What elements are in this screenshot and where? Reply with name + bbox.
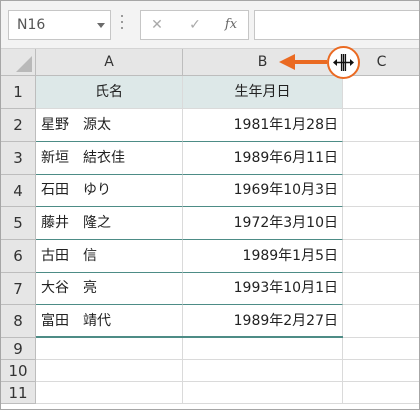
row-header-9[interactable]: 9 (1, 338, 36, 360)
column-header-a[interactable]: A (36, 49, 183, 76)
row-header-10[interactable]: 10 (1, 360, 36, 382)
row-header-1[interactable]: 1 (1, 76, 36, 109)
column-resize-handle[interactable] (327, 46, 360, 79)
close-icon[interactable]: ✕ (145, 15, 169, 35)
cell-a5[interactable]: 藤井 隆之 (36, 207, 183, 240)
formula-buttons: ✕ ✓ fx (140, 10, 249, 40)
cell-a2[interactable]: 星野 源太 (36, 109, 183, 142)
cell-a11[interactable] (36, 382, 183, 404)
cell-c5[interactable] (343, 207, 419, 240)
cell-c9[interactable] (343, 338, 419, 360)
chevron-down-icon[interactable] (97, 23, 105, 28)
cell-b3[interactable]: 1989年6月11日 (183, 142, 343, 175)
cell-b8[interactable]: 1989年2月27日 (183, 305, 343, 338)
row-header-3[interactable]: 3 (1, 142, 36, 175)
select-all-triangle-icon (16, 56, 32, 72)
cell-a10[interactable] (36, 360, 183, 382)
column-resize-cursor-icon (333, 54, 354, 71)
row-header-5[interactable]: 5 (1, 207, 36, 240)
row-header-11[interactable]: 11 (1, 382, 36, 404)
drag-handle-icon[interactable] (120, 15, 124, 35)
cell-c3[interactable] (343, 142, 419, 175)
cell-c10[interactable] (343, 360, 419, 382)
cell-a8[interactable]: 富田 靖代 (36, 305, 183, 338)
cell-a9[interactable] (36, 338, 183, 360)
cell-c6[interactable] (343, 240, 419, 273)
name-box[interactable]: N16 (8, 10, 111, 40)
cell-b2[interactable]: 1981年1月28日 (183, 109, 343, 142)
cell-a3[interactable]: 新垣 結衣佳 (36, 142, 183, 175)
row-header-8[interactable]: 8 (1, 305, 36, 338)
cell-a4[interactable]: 石田 ゆり (36, 175, 183, 207)
cell-c8[interactable] (343, 305, 419, 338)
name-box-value: N16 (17, 17, 46, 33)
cell-b7[interactable]: 1993年10月1日 (183, 273, 343, 305)
cell-b1[interactable]: 生年月日 (183, 76, 343, 109)
insert-function-button[interactable]: fx (219, 15, 243, 35)
cell-b9[interactable] (183, 338, 343, 360)
cell-c2[interactable] (343, 109, 419, 142)
cell-c1[interactable] (343, 76, 419, 109)
cell-b10[interactable] (183, 360, 343, 382)
spreadsheet-window: N16 ✕ ✓ fx A B C 1 2 3 4 5 6 7 8 9 10 11… (0, 0, 420, 410)
row-header-6[interactable]: 6 (1, 240, 36, 273)
formula-bar: N16 ✕ ✓ fx (1, 1, 419, 49)
check-icon[interactable]: ✓ (183, 15, 207, 35)
cell-a6[interactable]: 古田 信 (36, 240, 183, 273)
cell-b11[interactable] (183, 382, 343, 404)
select-all-button[interactable] (1, 49, 36, 76)
cell-b4[interactable]: 1969年10月3日 (183, 175, 343, 207)
row-header-7[interactable]: 7 (1, 273, 36, 305)
left-arrow-icon (279, 54, 327, 70)
formula-input[interactable] (254, 10, 419, 40)
cell-c11[interactable] (343, 382, 419, 404)
cell-a1[interactable]: 氏名 (36, 76, 183, 109)
row-header-4[interactable]: 4 (1, 175, 36, 207)
cell-b6[interactable]: 1989年1月5日 (183, 240, 343, 273)
cell-c7[interactable] (343, 273, 419, 305)
cell-b5[interactable]: 1972年3月10日 (183, 207, 343, 240)
row-header-2[interactable]: 2 (1, 109, 36, 142)
worksheet-grid: A B C 1 2 3 4 5 6 7 8 9 10 11 氏名 生年月日 星野… (1, 49, 419, 409)
cell-c4[interactable] (343, 175, 419, 207)
cell-a7[interactable]: 大谷 亮 (36, 273, 183, 305)
